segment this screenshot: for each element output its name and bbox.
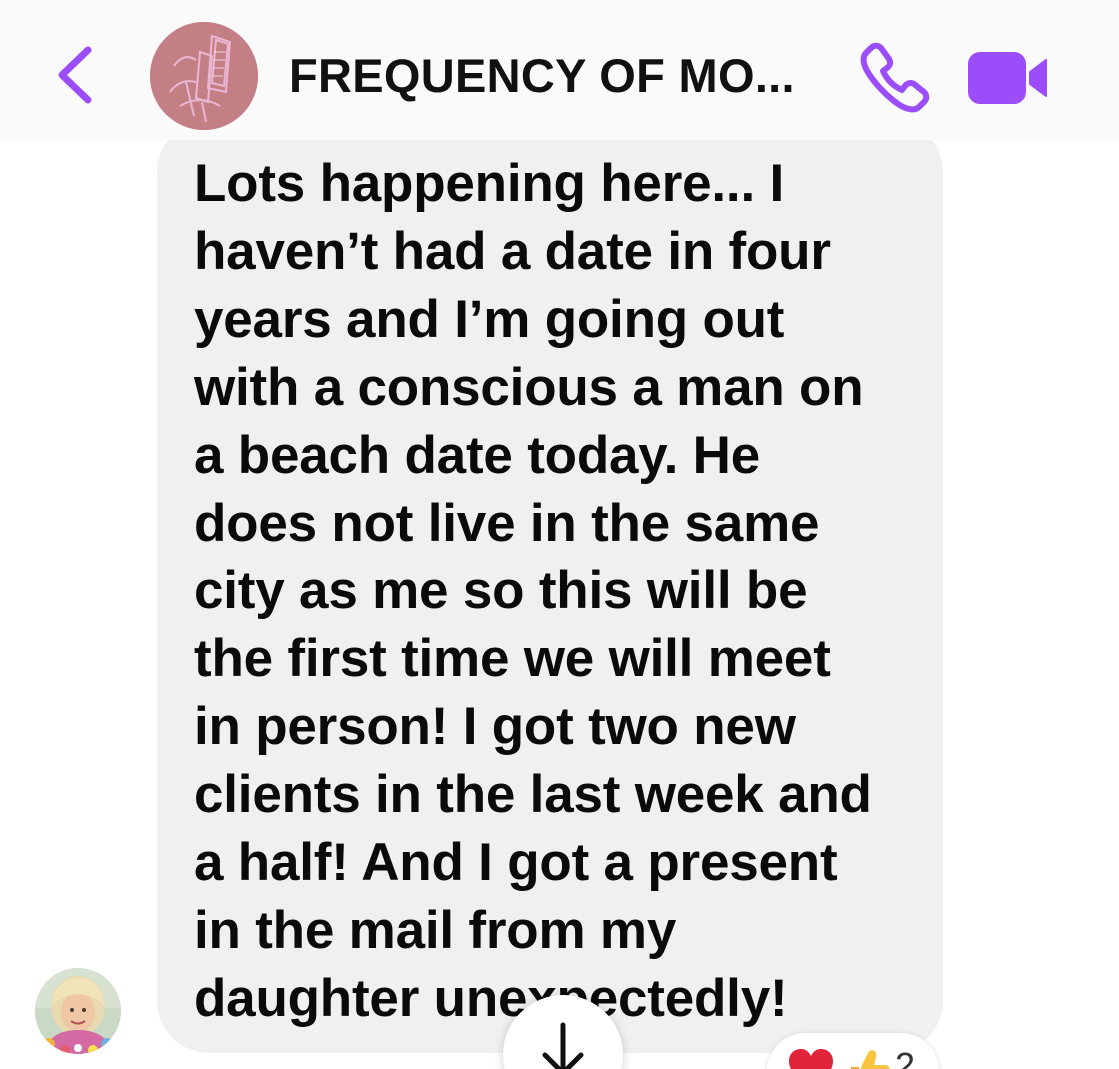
chevron-left-icon [58, 46, 92, 104]
thumbs-up-reaction-icon [847, 1047, 891, 1069]
sender-avatar[interactable] [35, 968, 121, 1054]
phone-icon [860, 42, 930, 113]
chat-screen: Lots happening here... I haven’t had a d… [0, 0, 1119, 1069]
message-bubble[interactable]: Lots happening here... I haven’t had a d… [157, 120, 943, 1053]
group-avatar[interactable] [150, 22, 258, 130]
arrow-down-icon [542, 1022, 584, 1069]
group-avatar-image [150, 22, 258, 130]
video-camera-icon [968, 52, 1047, 104]
chat-title[interactable]: FREQUENCY OF MO... [289, 46, 849, 106]
heart-reaction-icon [787, 1047, 835, 1069]
scroll-down-button[interactable] [503, 995, 623, 1069]
sender-photo [35, 968, 121, 1054]
reactions-badge[interactable]: 2 [767, 1033, 939, 1069]
call-button[interactable] [858, 40, 932, 114]
back-button[interactable] [50, 42, 100, 108]
reaction-count: 2 [895, 1045, 916, 1069]
video-call-button[interactable] [966, 48, 1050, 108]
chat-header: FREQUENCY OF MO... [0, 0, 1119, 140]
message-text: Lots happening here... I haven’t had a d… [194, 154, 872, 1028]
